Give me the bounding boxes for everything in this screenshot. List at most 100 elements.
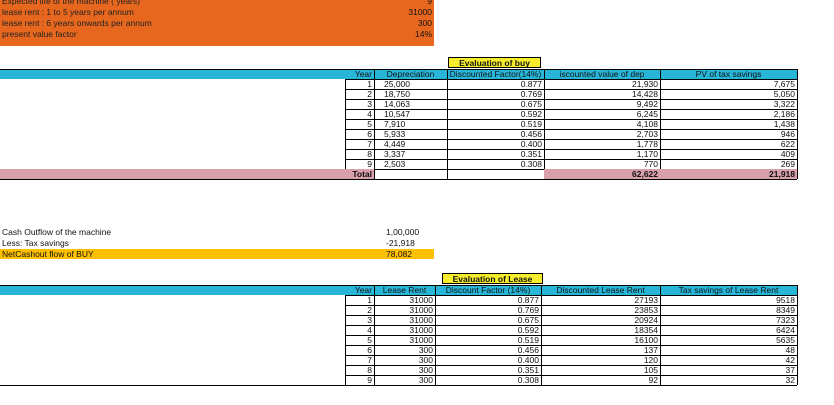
grid-line bbox=[0, 285, 797, 286]
summary-label: Less: Tax savings bbox=[2, 238, 69, 248]
table-cell: 0.592 bbox=[520, 109, 542, 119]
table-cell: 0.769 bbox=[517, 305, 539, 315]
column-header: Tax savings of Lease Rent bbox=[678, 285, 779, 295]
table-cell: 8 bbox=[367, 149, 372, 159]
param-label: present value factor bbox=[2, 29, 77, 39]
table-cell: 32 bbox=[785, 375, 795, 385]
column-header: Year bbox=[354, 285, 372, 295]
table-cell: 300 bbox=[418, 365, 433, 375]
grid-line bbox=[0, 385, 797, 386]
table-cell: 0.456 bbox=[520, 129, 542, 139]
table-cell: 3 bbox=[367, 99, 372, 109]
table-cell: 9,492 bbox=[636, 99, 658, 109]
table-cell: 31000 bbox=[409, 315, 433, 325]
column-header: Discount Factor (14%) bbox=[445, 285, 531, 295]
grid-line bbox=[345, 89, 797, 90]
param-value: 9 bbox=[427, 0, 432, 6]
column-header: Discounted Lease Rent bbox=[556, 285, 645, 295]
table-cell: 2 bbox=[367, 305, 372, 315]
summary-label: NetCashout flow of BUY bbox=[2, 249, 94, 259]
table-cell: 5 bbox=[367, 119, 372, 129]
column-header: PV of tax savings bbox=[695, 69, 762, 79]
summary-value: 1,00,000 bbox=[386, 227, 420, 237]
total-discounted-dep: 62,622 bbox=[632, 169, 658, 179]
table-cell: 42 bbox=[785, 355, 795, 365]
column-header: Lease Rent bbox=[382, 285, 427, 295]
table-cell: 0.308 bbox=[517, 375, 539, 385]
table-cell: 8 bbox=[367, 365, 372, 375]
table-cell: 5635 bbox=[776, 335, 795, 345]
table-cell: 31000 bbox=[409, 295, 433, 305]
table-cell: 48 bbox=[785, 345, 795, 355]
table-cell: 1,170 bbox=[636, 149, 658, 159]
grid-line bbox=[345, 129, 797, 130]
grid-line bbox=[345, 99, 797, 100]
table-cell: 409 bbox=[780, 149, 795, 159]
table-cell: 0.519 bbox=[517, 335, 539, 345]
param-value: 300 bbox=[417, 18, 432, 28]
table-cell: 0.592 bbox=[517, 325, 539, 335]
table-cell: 300 bbox=[418, 355, 433, 365]
table-cell: 2 bbox=[367, 89, 372, 99]
column-header: Depreciation bbox=[386, 69, 435, 79]
table-cell: 4 bbox=[367, 109, 372, 119]
table-cell: 18,750 bbox=[384, 89, 410, 99]
grid-line bbox=[345, 295, 797, 296]
column-header: Discounted Factor(14%) bbox=[449, 69, 542, 79]
grid-line bbox=[345, 345, 797, 346]
param-label: lease rent : 1 to 5 years per annum bbox=[2, 7, 134, 17]
table-cell: 18354 bbox=[634, 325, 658, 335]
table-cell: 6424 bbox=[776, 325, 795, 335]
grid-line bbox=[345, 335, 797, 336]
table-cell: 9 bbox=[367, 159, 372, 169]
table-cell: 300 bbox=[418, 345, 433, 355]
table-cell: 7 bbox=[367, 139, 372, 149]
param-value: 14% bbox=[414, 29, 432, 39]
grid-line bbox=[345, 315, 797, 316]
table-cell: 0.400 bbox=[517, 355, 539, 365]
table-cell: 37 bbox=[785, 365, 795, 375]
table-cell: 2,186 bbox=[773, 109, 795, 119]
table-cell: 0.675 bbox=[520, 99, 542, 109]
grid-line bbox=[0, 69, 797, 70]
table-cell: 25,000 bbox=[384, 79, 410, 89]
table-cell: 1,778 bbox=[636, 139, 658, 149]
param-label: lease rent : 6 years onwards per annum bbox=[2, 18, 152, 28]
table-cell: 4 bbox=[367, 325, 372, 335]
table-cell: 7,675 bbox=[773, 79, 795, 89]
table-cell: 7,910 bbox=[384, 119, 406, 129]
grid-line bbox=[660, 69, 661, 179]
grid-line bbox=[345, 79, 797, 80]
table-cell: 31000 bbox=[409, 335, 433, 345]
table-cell: 31000 bbox=[409, 325, 433, 335]
table-cell: 0.519 bbox=[520, 119, 542, 129]
table-cell: 0.877 bbox=[520, 79, 542, 89]
table-cell: 0.351 bbox=[517, 365, 539, 375]
table-cell: 20924 bbox=[634, 315, 658, 325]
param-label: Expected life of the machine ( years) bbox=[2, 0, 140, 6]
grid-line bbox=[797, 285, 798, 385]
grid-line bbox=[345, 305, 797, 306]
table-cell: 7 bbox=[367, 355, 372, 365]
table-cell: 23853 bbox=[634, 305, 658, 315]
summary-value: 78,082 bbox=[386, 249, 412, 259]
summary-label: Cash Outflow of the machine bbox=[2, 227, 112, 237]
grid-line bbox=[345, 79, 346, 169]
grid-line bbox=[374, 285, 375, 385]
grid-line bbox=[345, 325, 797, 326]
grid-line bbox=[345, 295, 346, 385]
total-pv-tax-savings: 21,918 bbox=[769, 169, 795, 179]
table-cell: 4,449 bbox=[384, 139, 406, 149]
table-cell: 9 bbox=[367, 375, 372, 385]
grid-line bbox=[345, 365, 797, 366]
grid-line bbox=[345, 355, 797, 356]
table-cell: 0.877 bbox=[517, 295, 539, 305]
table-cell: 622 bbox=[780, 139, 795, 149]
buy-table-title: Evaluation of buy bbox=[448, 57, 541, 68]
table-cell: 0.456 bbox=[517, 345, 539, 355]
table-cell: 0.769 bbox=[520, 89, 542, 99]
table-cell: 1,438 bbox=[773, 119, 795, 129]
table-cell: 6 bbox=[367, 129, 372, 139]
grid-line bbox=[0, 179, 797, 180]
table-cell: 0.675 bbox=[517, 315, 539, 325]
